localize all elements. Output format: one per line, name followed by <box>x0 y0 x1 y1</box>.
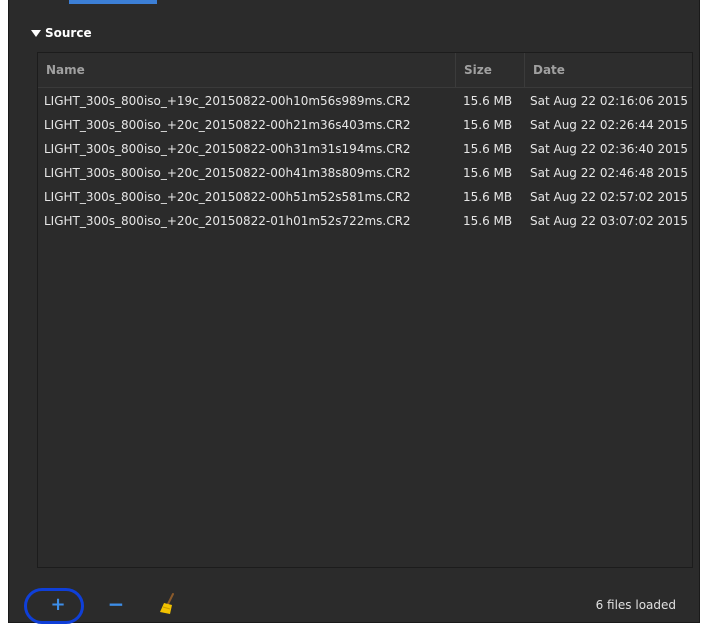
table-row[interactable]: LIGHT_300s_800iso_+20c_20150822-00h51m52… <box>38 185 692 209</box>
cell-date: Sat Aug 22 03:07:02 2015 <box>530 214 689 228</box>
add-files-button[interactable]: + <box>46 592 70 616</box>
table-row[interactable]: LIGHT_300s_800iso_+20c_20150822-00h31m31… <box>38 137 692 161</box>
status-text: 6 files loaded <box>595 598 676 612</box>
cell-date: Sat Aug 22 02:16:06 2015 <box>530 94 689 108</box>
cell-date: Sat Aug 22 02:36:40 2015 <box>530 142 689 156</box>
source-panel: Source Name Size Date LIGHT_300s_800iso_… <box>8 0 700 623</box>
cell-date: Sat Aug 22 02:26:44 2015 <box>530 118 689 132</box>
source-section-header[interactable]: Source <box>31 24 92 42</box>
collapse-triangle-icon[interactable] <box>31 29 41 37</box>
cell-size: 15.6 MB <box>463 118 513 132</box>
table-row[interactable]: LIGHT_300s_800iso_+20c_20150822-01h01m52… <box>38 209 692 233</box>
cell-date: Sat Aug 22 02:57:02 2015 <box>530 190 689 204</box>
plus-icon: + <box>50 593 66 615</box>
column-header-date[interactable]: Date <box>524 53 692 87</box>
column-header-size[interactable]: Size <box>455 53 524 87</box>
table-header: Name Size Date <box>38 53 692 88</box>
cell-name: LIGHT_300s_800iso_+20c_20150822-01h01m52… <box>44 214 411 228</box>
table-row[interactable]: LIGHT_300s_800iso_+20c_20150822-00h41m38… <box>38 161 692 185</box>
table-body: LIGHT_300s_800iso_+19c_20150822-00h10m56… <box>38 88 692 233</box>
cell-name: LIGHT_300s_800iso_+20c_20150822-00h21m36… <box>44 118 411 132</box>
table-row[interactable]: LIGHT_300s_800iso_+19c_20150822-00h10m56… <box>38 89 692 113</box>
source-toolbar: + − 6 files loaded <box>18 590 688 620</box>
clear-files-button[interactable] <box>156 592 180 616</box>
section-title: Source <box>45 26 92 40</box>
cell-name: LIGHT_300s_800iso_+20c_20150822-00h41m38… <box>44 166 411 180</box>
broom-icon <box>160 593 174 614</box>
cell-size: 15.6 MB <box>463 166 513 180</box>
file-table: Name Size Date LIGHT_300s_800iso_+19c_20… <box>37 52 693 568</box>
column-header-name[interactable]: Name <box>38 53 455 87</box>
cell-size: 15.6 MB <box>463 142 513 156</box>
cell-name: LIGHT_300s_800iso_+20c_20150822-00h31m31… <box>44 142 411 156</box>
cell-size: 15.6 MB <box>463 190 513 204</box>
cell-name: LIGHT_300s_800iso_+19c_20150822-00h10m56… <box>44 94 411 108</box>
remove-files-button[interactable]: − <box>104 592 128 616</box>
cell-date: Sat Aug 22 02:46:48 2015 <box>530 166 689 180</box>
minus-icon: − <box>107 592 125 616</box>
cell-size: 15.6 MB <box>463 214 513 228</box>
table-row[interactable]: LIGHT_300s_800iso_+20c_20150822-00h21m36… <box>38 113 692 137</box>
cell-size: 15.6 MB <box>463 94 513 108</box>
cell-name: LIGHT_300s_800iso_+20c_20150822-00h51m52… <box>44 190 411 204</box>
active-tab-indicator <box>69 0 157 4</box>
